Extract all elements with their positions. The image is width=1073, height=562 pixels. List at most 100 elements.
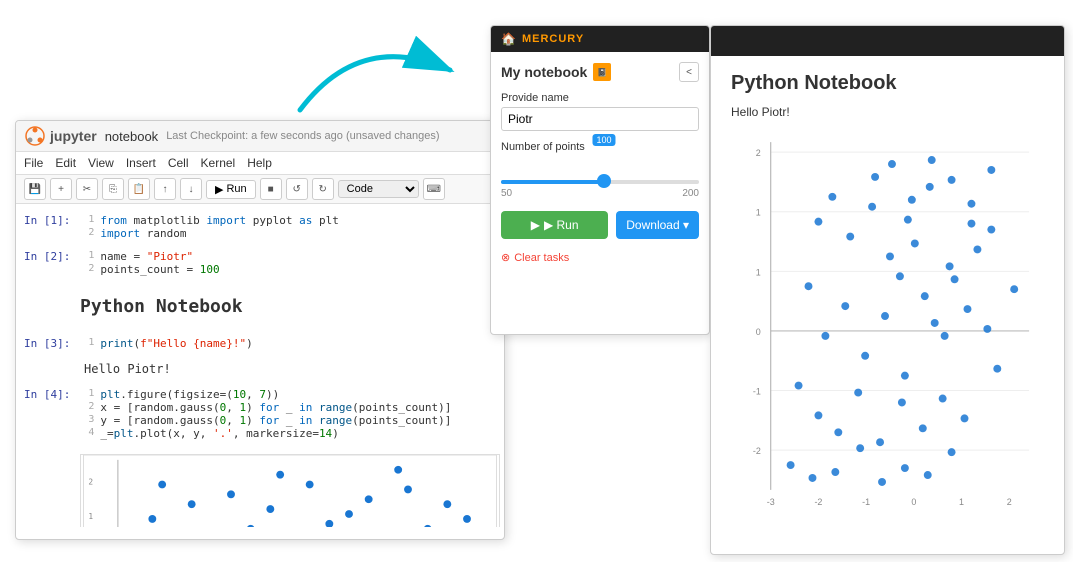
mercury-header: 🏠 MERCURY (491, 26, 709, 52)
run-label: ▶ Run (544, 218, 579, 232)
cell-output-3: Hello Piotr! (76, 358, 504, 380)
mercury-panel: 🏠 MERCURY My notebook 📓 < Provide name N… (490, 25, 710, 335)
jupyter-wordmark: jupyter (50, 128, 97, 144)
svg-text:-3: -3 (767, 497, 775, 507)
svg-text:-1: -1 (862, 497, 870, 507)
jupyter-notebook-name: notebook (105, 129, 159, 144)
move-down-button[interactable]: ↓ (180, 178, 202, 200)
output-panel: Python Notebook Hello Piotr! 2 1 1 0 -1 … (710, 25, 1065, 555)
slider-min-label: 50 (501, 188, 512, 199)
menu-cell[interactable]: Cell (168, 154, 189, 172)
svg-text:-2: -2 (814, 497, 822, 507)
output-panel-header (711, 26, 1064, 56)
mini-scatter-chart: 2 1 0 (80, 454, 500, 527)
mercury-notebook-title-row: My notebook 📓 < (501, 62, 699, 82)
action-buttons-row: ▶ ▶ Run Download ▾ (501, 211, 699, 239)
output-scatter-chart: 2 1 1 0 -1 -2 -3 -2 -1 0 1 2 (731, 131, 1044, 511)
menu-edit[interactable]: Edit (55, 154, 76, 172)
cell-label-md (16, 284, 76, 329)
menu-insert[interactable]: Insert (126, 154, 156, 172)
slider-container: 100 (501, 156, 699, 184)
run-icon: ▶ (531, 218, 540, 232)
save-button[interactable]: 💾 (24, 178, 46, 200)
slider-range-labels: 50 200 (501, 188, 699, 199)
menu-view[interactable]: View (88, 154, 114, 172)
jupyter-logo-icon (24, 125, 46, 147)
jupyter-topbar: jupyter notebook Last Checkpoint: a few … (16, 121, 504, 152)
table-row: In [3]: 1print(f"Hello {name}!") (16, 335, 504, 352)
collapse-button[interactable]: < (679, 62, 699, 82)
cell-content-4[interactable]: 1plt.figure(figsize=(10, 7)) 2x = [rando… (78, 386, 504, 442)
mercury-notebook-title-text: My notebook (501, 64, 587, 80)
svg-text:1: 1 (959, 497, 964, 507)
cell-label-1: In [1]: (16, 212, 78, 242)
clear-tasks-icon: ⊗ (501, 251, 510, 264)
run-button[interactable]: ▶ Run (206, 180, 256, 199)
restart-button[interactable]: ↺ (286, 178, 308, 200)
cell-content-3[interactable]: 1print(f"Hello {name}!") (78, 335, 504, 352)
jupyter-notebook-panel: jupyter notebook Last Checkpoint: a few … (15, 120, 505, 540)
cell-label-2: In [2]: (16, 248, 78, 278)
hello-output: Hello Piotr! (80, 360, 500, 378)
cell-content-md: Python Notebook (76, 284, 504, 329)
svg-text:-1: -1 (753, 387, 761, 397)
svg-text:0: 0 (911, 497, 916, 507)
output-panel-body: Python Notebook Hello Piotr! 2 1 1 0 -1 … (711, 56, 1064, 532)
arrow-graphic (280, 10, 480, 130)
run-button[interactable]: ▶ ▶ Run (501, 211, 608, 239)
table-row: Python Notebook (16, 284, 504, 329)
table-row: In [2]: 1name = "Piotr" 2points_count = … (16, 248, 504, 278)
move-up-button[interactable]: ↑ (154, 178, 176, 200)
mercury-brand-label: MERCURY (522, 33, 584, 45)
svg-text:1: 1 (756, 267, 761, 277)
name-field-label: Provide name (501, 92, 699, 104)
copy-button[interactable]: ⎘ (102, 178, 124, 200)
slider-fill (501, 180, 604, 184)
paste-button[interactable]: 📋 (128, 178, 150, 200)
cell-content-2[interactable]: 1name = "Piotr" 2points_count = 100 (78, 248, 504, 278)
menu-help[interactable]: Help (247, 154, 272, 172)
notebook-icon: 📓 (593, 63, 611, 81)
jupyter-cell-area: In [1]: 1from matplotlib import pyplot a… (16, 204, 504, 527)
table-row: In [1]: 1from matplotlib import pyplot a… (16, 212, 504, 242)
svg-text:2: 2 (1007, 497, 1012, 507)
cell-output-4: 2 1 0 (76, 448, 504, 527)
clear-tasks-label: Clear tasks (514, 252, 569, 264)
jupyter-toolbar: 💾 + ✂ ⎘ 📋 ↑ ↓ ▶ Run ■ ↺ ↻ Code Markdown … (16, 175, 504, 204)
jupyter-menu-bar: File Edit View Insert Cell Kernel Help (16, 152, 504, 175)
clear-tasks-button[interactable]: ⊗ Clear tasks (501, 251, 699, 264)
mercury-logo-icon: 🏠 (501, 32, 516, 46)
add-cell-button[interactable]: + (50, 178, 72, 200)
output-hello-text: Hello Piotr! (731, 105, 1044, 119)
menu-file[interactable]: File (24, 154, 43, 172)
cell-label-4-out (16, 448, 76, 527)
restart-run-button[interactable]: ↻ (312, 178, 334, 200)
keyboard-button[interactable]: ⌨ (423, 178, 445, 200)
cut-button[interactable]: ✂ (76, 178, 98, 200)
jupyter-logo: jupyter (24, 125, 97, 147)
cell-label-4: In [4]: (16, 386, 78, 442)
slider-value-bubble: 100 (592, 134, 615, 146)
svg-text:1: 1 (756, 208, 761, 218)
run-label: Run (226, 183, 246, 195)
svg-text:2: 2 (88, 478, 93, 487)
notebook-heading: Python Notebook (80, 292, 500, 321)
table-row: 2 1 0 (16, 448, 504, 527)
table-row: Hello Piotr! (16, 358, 504, 380)
mercury-body: My notebook 📓 < Provide name Number of p… (491, 52, 709, 274)
menu-kernel[interactable]: Kernel (201, 154, 236, 172)
name-field-input[interactable] (501, 107, 699, 131)
slider-max-label: 200 (682, 188, 699, 199)
download-label: Download ▾ (626, 218, 689, 232)
jupyter-checkpoint: Last Checkpoint: a few seconds ago (unsa… (166, 130, 439, 142)
slider-thumb[interactable] (597, 174, 611, 188)
stop-button[interactable]: ■ (260, 178, 282, 200)
table-row: In [4]: 1plt.figure(figsize=(10, 7)) 2x … (16, 386, 504, 442)
output-title: Python Notebook (731, 72, 1044, 95)
slider-track (501, 180, 699, 184)
svg-text:1: 1 (88, 512, 93, 521)
download-button[interactable]: Download ▾ (616, 211, 699, 239)
cell-content-1[interactable]: 1from matplotlib import pyplot as plt 2i… (78, 212, 504, 242)
cell-type-select[interactable]: Code Markdown (338, 180, 419, 198)
cell-label-3: In [3]: (16, 335, 78, 352)
